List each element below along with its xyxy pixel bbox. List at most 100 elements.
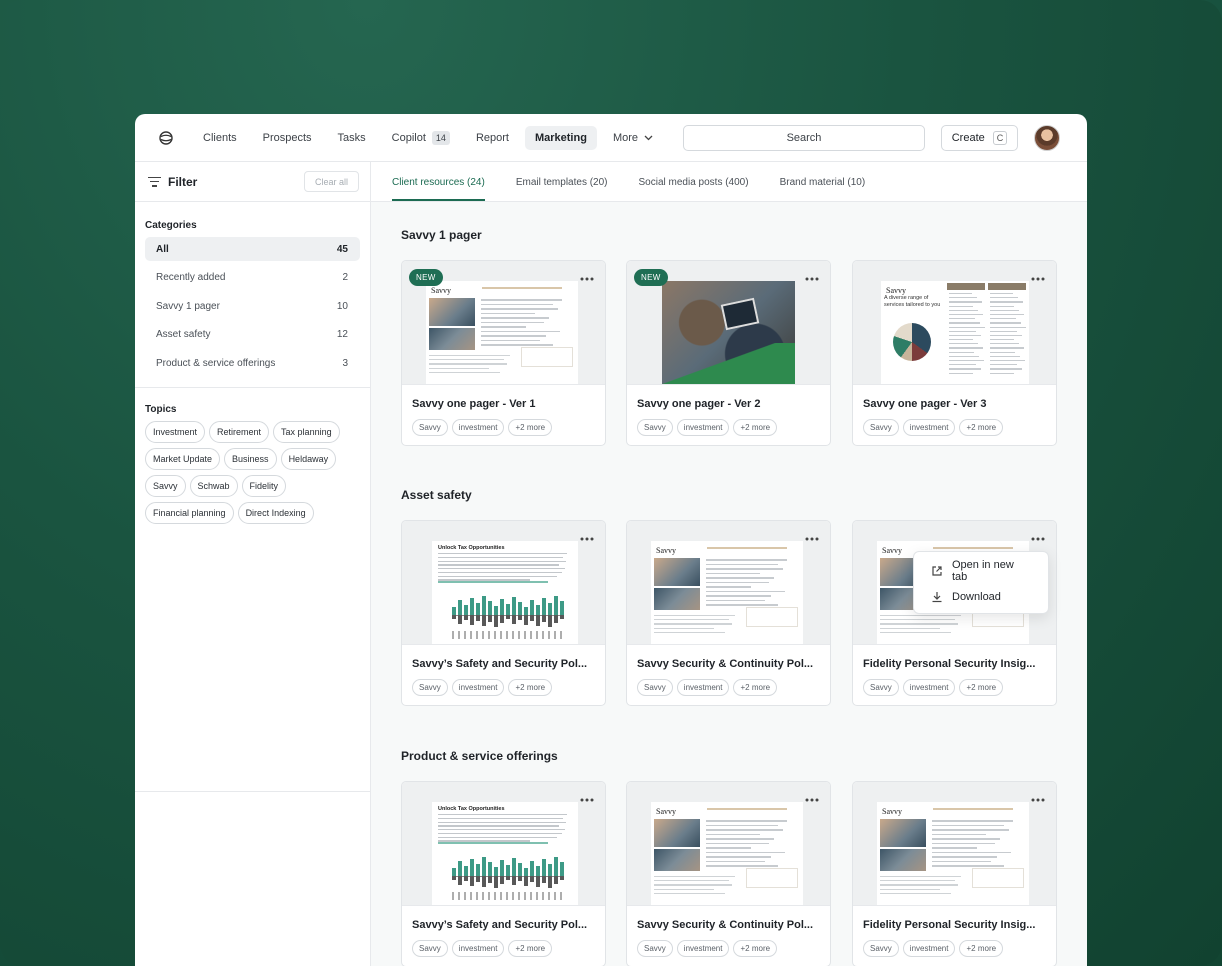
topic-chip[interactable]: Fidelity (241, 475, 287, 497)
more-options-icon[interactable] (805, 792, 819, 802)
more-options-icon[interactable] (1031, 271, 1045, 281)
tab-item[interactable]: Email templates (20) (516, 177, 608, 201)
tag-chip[interactable]: +2 more (508, 679, 553, 696)
nav-item-copilot[interactable]: Copilot 14 (382, 125, 460, 151)
tag-chip[interactable]: +2 more (508, 940, 553, 957)
more-options-icon[interactable] (580, 531, 594, 541)
nav-item-label: More (612, 131, 638, 144)
tag-chip[interactable]: +2 more (733, 679, 778, 696)
card-thumbnail[interactable]: Savvy (627, 782, 830, 906)
tag-chip[interactable]: investment (676, 940, 730, 957)
category-item[interactable]: Asset safety 12 (145, 323, 360, 347)
positive-bar (494, 867, 498, 876)
tab-item[interactable]: Brand material (10) (780, 177, 866, 201)
tag-chip[interactable]: investment (676, 419, 730, 436)
chart-axis (452, 631, 564, 639)
tag-chip[interactable]: +2 more (959, 679, 1004, 696)
tag-chip[interactable]: investment (902, 679, 956, 696)
category-item[interactable]: Savvy 1 pager 10 (145, 294, 360, 318)
topic-chip[interactable]: Business (224, 448, 277, 470)
resource-card[interactable]: NEW Savvy one pager - Ver 2 Savvy investmen… (626, 260, 831, 446)
card-thumbnail[interactable]: Savvy A diverse range of services tailore… (853, 261, 1056, 385)
more-options-icon[interactable] (1031, 792, 1045, 802)
tag-chip[interactable]: +2 more (733, 419, 778, 436)
resource-card[interactable]: Savvy Savvy Security & Continuity Pol... S… (626, 520, 831, 706)
negative-bar (488, 615, 492, 622)
tag-chip[interactable]: Savvy (637, 679, 673, 696)
tag-chip[interactable]: +2 more (959, 940, 1004, 957)
nav-item-more[interactable]: More (603, 126, 663, 150)
resource-card[interactable]: Savvy Fidelity Personal Security Insig...… (852, 781, 1057, 966)
app-logo-icon[interactable] (157, 129, 175, 147)
nav-item-report[interactable]: Report (466, 126, 519, 150)
topic-chip[interactable]: Market Update (145, 448, 221, 470)
more-options-icon[interactable] (580, 792, 594, 802)
negative-bar (542, 615, 546, 622)
topic-chip[interactable]: Heldaway (280, 448, 337, 470)
more-options-icon[interactable] (580, 271, 594, 281)
tag-chip[interactable]: Savvy (412, 679, 448, 696)
card-thumbnail[interactable]: Savvy (853, 782, 1056, 906)
tag-chip[interactable]: Savvy (863, 419, 899, 436)
tag-chip[interactable]: Savvy (412, 940, 448, 957)
tab-item[interactable]: Client resources (24) (392, 177, 485, 201)
menu-item-download[interactable]: Download (914, 584, 1048, 610)
tag-chip[interactable]: Savvy (863, 679, 899, 696)
more-options-icon[interactable] (805, 271, 819, 281)
nav-item-prospects[interactable]: Prospects (253, 126, 322, 150)
topic-chip[interactable]: Savvy (145, 475, 186, 497)
card-thumbnail[interactable]: NEW (627, 261, 830, 385)
tag-chip[interactable]: Savvy (637, 419, 673, 436)
tag-chip[interactable]: investment (676, 679, 730, 696)
more-options-icon[interactable] (1031, 531, 1045, 541)
tag-chip[interactable]: Savvy (863, 940, 899, 957)
nav-item-label: Clients (203, 131, 237, 144)
menu-item-open-new-tab[interactable]: Open in new tab (914, 558, 1048, 584)
tag-chip[interactable]: investment (451, 419, 505, 436)
topic-chip[interactable]: Financial planning (145, 502, 234, 524)
category-item[interactable]: All 45 (145, 237, 360, 261)
tag-chip[interactable]: investment (902, 940, 956, 957)
tag-chip[interactable]: Savvy (637, 940, 673, 957)
filter-icon (147, 176, 161, 187)
more-options-icon[interactable] (805, 531, 819, 541)
document-preview: Savvy (877, 802, 1029, 905)
resource-card[interactable]: Savvy A diverse range of services tailore… (852, 260, 1057, 446)
card-thumbnail[interactable]: Savvy NEW (402, 261, 605, 385)
tag-chip[interactable]: investment (451, 679, 505, 696)
resource-card[interactable]: Savvy NEW Savvy one pager - Ver 1 Savvy inve… (401, 260, 606, 446)
topic-chip[interactable]: Schwab (189, 475, 238, 497)
tag-chip[interactable]: +2 more (959, 419, 1004, 436)
tag-chip[interactable]: investment (902, 419, 956, 436)
tag-chip[interactable]: +2 more (508, 419, 553, 436)
clear-all-button[interactable]: Clear all (304, 171, 359, 192)
category-label: Asset safety (156, 329, 211, 340)
topic-chip[interactable]: Investment (145, 421, 206, 443)
card-thumbnail[interactable]: Savvy (627, 521, 830, 645)
topic-chip[interactable]: Direct Indexing (237, 502, 314, 524)
nav-item-clients[interactable]: Clients (193, 126, 247, 150)
negative-bar (482, 876, 486, 887)
search-input[interactable]: Search (683, 125, 925, 151)
positive-bar (458, 600, 462, 615)
resource-card[interactable]: Savvy Savvy Security & Continuity Pol... S… (626, 781, 831, 966)
pie-heading: A diverse range of services tailored to … (884, 295, 941, 308)
category-item[interactable]: Product & service offerings 3 (145, 351, 360, 375)
nav-item-marketing[interactable]: Marketing (524, 125, 597, 150)
tag-chip[interactable]: Savvy (412, 419, 448, 436)
avatar[interactable] (1034, 125, 1060, 151)
topic-chip[interactable]: Retirement (209, 421, 270, 443)
card-thumbnail[interactable]: Unlock Tax Opportunities (402, 521, 605, 645)
category-label: Product & service offerings (156, 357, 276, 369)
resource-card[interactable]: Unlock Tax Opportunities Savvy’s Safety a… (401, 520, 606, 706)
resource-card[interactable]: Unlock Tax Opportunities Savvy’s Safety a… (401, 781, 606, 966)
tag-chip[interactable]: investment (451, 940, 505, 957)
tag-chip[interactable]: +2 more (733, 940, 778, 957)
nav-item-tasks[interactable]: Tasks (328, 126, 376, 150)
topic-chip[interactable]: Tax planning (273, 421, 340, 443)
tab-item[interactable]: Social media posts (400) (639, 177, 749, 201)
card-thumbnail[interactable]: Unlock Tax Opportunities (402, 782, 605, 906)
category-item[interactable]: Recently added 2 (145, 266, 360, 290)
create-button[interactable]: Create C (941, 125, 1018, 151)
positive-bar (560, 601, 564, 615)
